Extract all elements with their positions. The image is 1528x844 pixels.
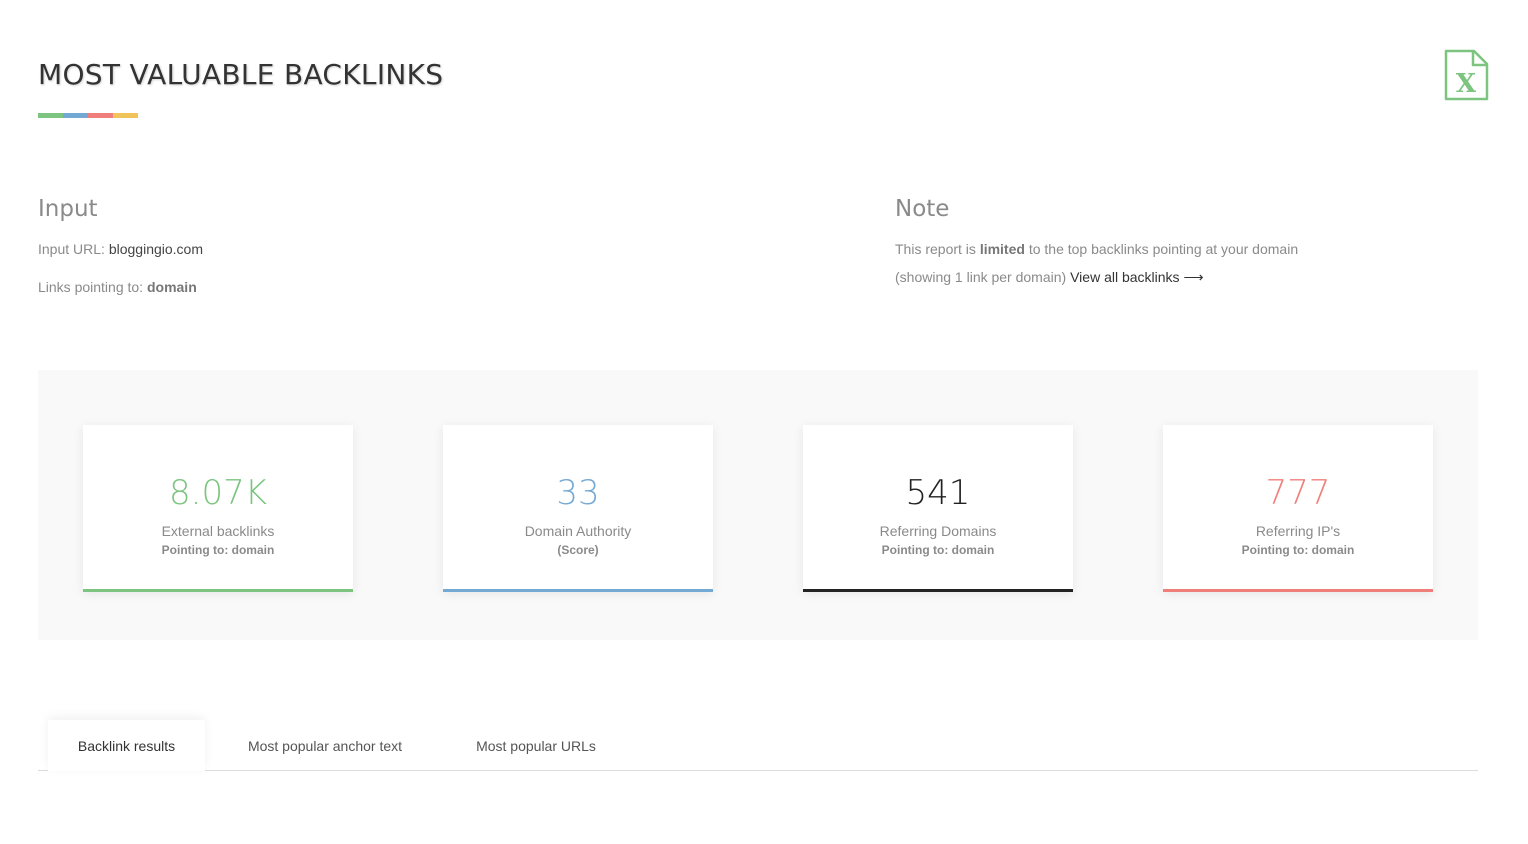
- arrow-right-icon: ⟶: [1183, 269, 1204, 285]
- svg-text:X: X: [1456, 69, 1477, 99]
- stat-value: 8.07K: [169, 473, 267, 513]
- results-tabs: Backlink results Most popular anchor tex…: [38, 720, 1478, 771]
- note-text-after: to the top backlinks pointing at your do…: [1028, 241, 1299, 257]
- stat-card-external-backlinks: 8.07K External backlinks Pointing to: do…: [83, 425, 353, 592]
- view-all-label: View all backlinks: [1070, 269, 1180, 285]
- stat-sub: Pointing to: domain: [1241, 543, 1355, 557]
- view-all-backlinks-link[interactable]: View all backlinks ⟶: [1070, 269, 1203, 285]
- underline-segment-blue: [63, 113, 88, 118]
- tab-backlink-results[interactable]: Backlink results: [48, 720, 205, 771]
- stat-value: 33: [556, 473, 600, 513]
- input-url-label: Input URL:: [38, 241, 105, 257]
- stat-label: Domain Authority: [524, 523, 632, 539]
- stat-bar: [83, 589, 353, 592]
- stat-value: 541: [905, 473, 971, 513]
- stat-sub: (Score): [557, 543, 599, 557]
- excel-icon[interactable]: X: [1442, 48, 1490, 102]
- input-url-line: Input URL: bloggingio.com: [38, 241, 203, 257]
- links-pointing-line: Links pointing to: domain: [38, 279, 197, 295]
- stat-label: Referring Domains: [879, 523, 997, 539]
- page-title: MOST VALUABLE BACKLINKS: [38, 58, 444, 91]
- tab-most-popular-urls[interactable]: Most popular URLs: [458, 720, 614, 771]
- stat-sub: Pointing to: domain: [881, 543, 995, 557]
- stat-sub: Pointing to: domain: [161, 543, 275, 557]
- stat-card-domain-authority: 33 Domain Authority (Score): [443, 425, 713, 592]
- stat-value: 777: [1265, 473, 1331, 513]
- stat-card-referring-domains: 541 Referring Domains Pointing to: domai…: [803, 425, 1073, 592]
- input-heading: Input: [38, 196, 98, 222]
- links-pointing-value: domain: [146, 279, 197, 295]
- stats-panel: 8.07K External backlinks Pointing to: do…: [38, 370, 1478, 640]
- stat-bar: [803, 589, 1073, 592]
- note-text-before: This report is: [895, 241, 976, 257]
- stat-label: Referring IP's: [1255, 523, 1341, 539]
- note-line-1: This report is limited to the top backli…: [895, 241, 1298, 257]
- tab-most-popular-anchor-text[interactable]: Most popular anchor text: [226, 720, 424, 771]
- underline-segment-red: [88, 113, 113, 118]
- underline-segment-yellow: [113, 113, 138, 118]
- stat-label: External backlinks: [161, 523, 275, 539]
- note-heading: Note: [895, 196, 950, 222]
- note-showing-text: (showing 1 link per domain): [895, 269, 1067, 285]
- links-pointing-label: Links pointing to:: [38, 279, 144, 295]
- title-underline: [38, 113, 138, 118]
- input-url-value: bloggingio.com: [108, 241, 203, 257]
- stat-card-referring-ips: 777 Referring IP's Pointing to: domain: [1163, 425, 1433, 592]
- stat-bar: [1163, 589, 1433, 592]
- stat-bar: [443, 589, 713, 592]
- note-line-2: (showing 1 link per domain) View all bac…: [895, 269, 1204, 286]
- note-text-bold: limited: [979, 241, 1025, 257]
- underline-segment-green: [38, 113, 63, 118]
